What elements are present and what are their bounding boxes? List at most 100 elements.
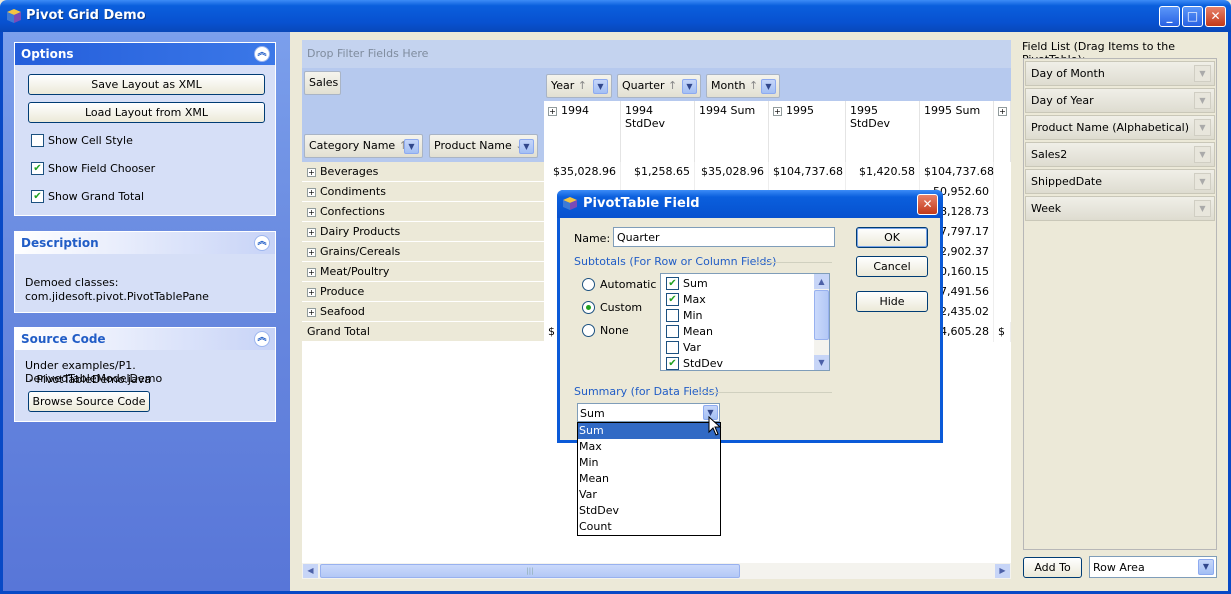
source-code-header[interactable]: Source Code ︽ xyxy=(15,328,275,350)
dropdown-option[interactable]: Var xyxy=(578,487,720,503)
chevron-down-icon[interactable]: ▼ xyxy=(1194,119,1211,136)
row-field-category[interactable]: Category Name ↑ ▼ xyxy=(304,134,423,158)
chevron-down-icon[interactable]: ▼ xyxy=(593,79,608,94)
dropdown-option[interactable]: Min xyxy=(578,455,720,471)
scroll-thumb[interactable] xyxy=(814,290,829,340)
dropdown-option[interactable]: Max xyxy=(578,439,720,455)
data-field-sales[interactable]: Sales xyxy=(304,71,341,95)
expand-icon[interactable]: + xyxy=(998,106,1007,116)
dialog-title-bar[interactable]: PivotTable Field xyxy=(557,190,943,218)
field-list-item[interactable]: Week ▼ xyxy=(1025,196,1215,221)
column-header[interactable]: +1994 xyxy=(544,101,621,162)
options-header[interactable]: Options ︽ xyxy=(15,43,275,65)
sort-up-icon: ↑ xyxy=(577,79,588,92)
subtotal-checkbox[interactable]: ✔ xyxy=(666,293,679,306)
filter-drop-area[interactable]: Drop Filter Fields Here xyxy=(302,40,1011,68)
row-header[interactable]: + Grains/Cereals xyxy=(302,242,544,262)
expand-icon[interactable]: + xyxy=(307,207,316,217)
save-layout-button[interactable]: Save Layout as XML xyxy=(28,74,265,95)
scroll-left-icon[interactable]: ◀ xyxy=(303,564,318,578)
collapse-icon[interactable]: ︽ xyxy=(254,331,270,347)
add-to-button[interactable]: Add To xyxy=(1023,557,1082,578)
window-title: Pivot Grid Demo xyxy=(26,8,146,23)
column-header[interactable]: + xyxy=(994,101,1011,162)
column-field-year[interactable]: Year ↑ ▼ xyxy=(546,74,612,98)
row-header[interactable]: + Condiments xyxy=(302,182,544,202)
subtotal-checkbox[interactable]: ✔ xyxy=(666,277,679,290)
chevron-down-icon[interactable]: ▼ xyxy=(1194,146,1211,163)
custom-radio[interactable] xyxy=(582,301,595,314)
show-cell-style-checkbox[interactable] xyxy=(31,134,44,147)
row-field-product[interactable]: Product Name ↓ ▼ xyxy=(429,134,538,158)
subtotal-checkbox[interactable] xyxy=(666,325,679,338)
subtotal-checkbox[interactable] xyxy=(666,309,679,322)
chevron-down-icon[interactable]: ▼ xyxy=(404,139,419,154)
browse-source-button[interactable]: Browse Source Code xyxy=(28,391,150,412)
dropdown-option[interactable]: StdDev xyxy=(578,503,720,519)
name-field[interactable]: Quarter xyxy=(613,227,835,247)
summary-label: Summary (for Data Fields) xyxy=(574,385,719,398)
row-header[interactable]: + Confections xyxy=(302,202,544,222)
row-header[interactable]: + Seafood xyxy=(302,302,544,322)
automatic-radio[interactable] xyxy=(582,278,595,291)
scroll-up-icon[interactable]: ▲ xyxy=(814,274,829,289)
cancel-button[interactable]: Cancel xyxy=(856,256,928,277)
chevron-down-icon[interactable]: ▼ xyxy=(682,79,697,94)
vertical-scrollbar[interactable]: ▲ ▼ xyxy=(814,274,829,370)
expand-icon[interactable]: + xyxy=(307,187,316,197)
minimize-icon[interactable]: _ xyxy=(1159,6,1180,27)
description-header[interactable]: Description ︽ xyxy=(15,232,275,254)
expand-icon[interactable]: + xyxy=(307,247,316,257)
column-header[interactable]: +1995 xyxy=(769,101,846,162)
show-field-chooser-checkbox[interactable]: ✔ xyxy=(31,162,44,175)
ok-button[interactable]: OK xyxy=(856,227,928,248)
chevron-down-icon[interactable]: ▼ xyxy=(1194,65,1211,82)
collapse-icon[interactable]: ︽ xyxy=(254,235,270,251)
chevron-down-icon[interactable]: ▼ xyxy=(761,79,776,94)
expand-icon[interactable]: + xyxy=(773,106,782,116)
chevron-down-icon[interactable]: ▼ xyxy=(1194,92,1211,109)
column-field-month[interactable]: Month ↑ ▼ xyxy=(706,74,780,98)
expand-icon[interactable]: + xyxy=(548,106,557,116)
field-list-item[interactable]: Sales2 ▼ xyxy=(1025,142,1215,167)
subtotal-checkbox[interactable]: ✔ xyxy=(666,357,679,370)
maximize-icon[interactable]: □ xyxy=(1182,6,1203,27)
scroll-right-icon[interactable]: ▶ xyxy=(995,564,1010,578)
chevron-down-icon[interactable]: ▼ xyxy=(1198,559,1214,575)
area-select[interactable]: Row Area ▼ xyxy=(1089,556,1217,578)
expand-icon[interactable]: + xyxy=(307,307,316,317)
field-list-item[interactable]: Product Name (Alphabetical) ▼ xyxy=(1025,115,1215,140)
none-label: None xyxy=(600,324,629,337)
chevron-down-icon[interactable]: ▼ xyxy=(1194,200,1211,217)
none-radio[interactable] xyxy=(582,324,595,337)
scroll-thumb[interactable]: ||| xyxy=(320,564,740,578)
hide-button[interactable]: Hide xyxy=(856,291,928,312)
dialog-close-icon[interactable]: ✕ xyxy=(917,194,938,215)
chevron-down-icon[interactable]: ▼ xyxy=(1194,173,1211,190)
row-header[interactable]: + Produce xyxy=(302,282,544,302)
scroll-down-icon[interactable]: ▼ xyxy=(814,355,829,370)
expand-icon[interactable]: + xyxy=(307,167,316,177)
subtotal-checkbox[interactable] xyxy=(666,341,679,354)
load-layout-button[interactable]: Load Layout from XML xyxy=(28,102,265,123)
column-field-quarter[interactable]: Quarter ↑ ▼ xyxy=(617,74,701,98)
row-header[interactable]: + Dairy Products xyxy=(302,222,544,242)
expand-icon[interactable]: + xyxy=(307,267,316,277)
horizontal-scrollbar[interactable]: ◀ ||| ▶ xyxy=(302,563,1011,579)
dropdown-option[interactable]: Mean xyxy=(578,471,720,487)
collapse-icon[interactable]: ︽ xyxy=(254,46,270,62)
expand-icon[interactable]: + xyxy=(307,227,316,237)
field-label: Week xyxy=(1031,202,1062,215)
summary-select[interactable]: Sum ▼ xyxy=(577,403,720,422)
dropdown-option[interactable]: Count xyxy=(578,519,720,535)
chevron-down-icon[interactable]: ▼ xyxy=(519,139,534,154)
field-list-item[interactable]: Day of Year ▼ xyxy=(1025,88,1215,113)
row-header[interactable]: + Meat/Poultry xyxy=(302,262,544,282)
show-grand-total-checkbox[interactable]: ✔ xyxy=(31,190,44,203)
expand-icon[interactable]: + xyxy=(307,287,316,297)
field-list-item[interactable]: Day of Month ▼ xyxy=(1025,61,1215,86)
field-list-item[interactable]: ShippedDate ▼ xyxy=(1025,169,1215,194)
row-header[interactable]: + Beverages xyxy=(302,162,544,182)
close-icon[interactable]: ✕ xyxy=(1205,6,1226,27)
dropdown-option[interactable]: Sum xyxy=(578,423,720,439)
